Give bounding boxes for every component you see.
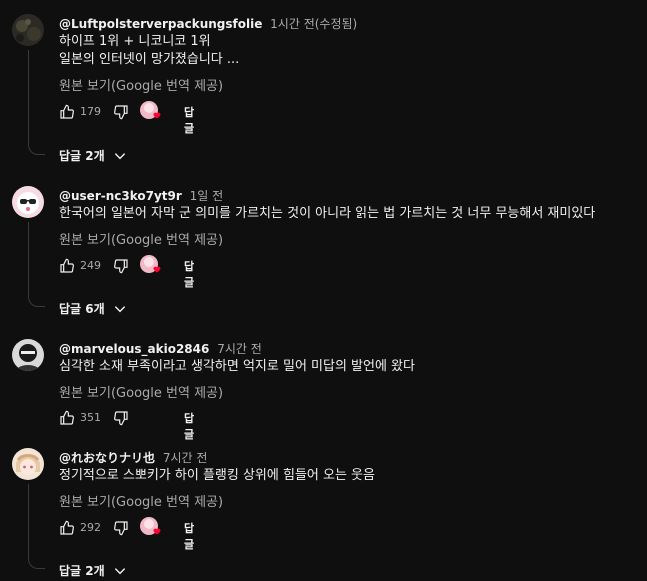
comment-time[interactable]: 1시간 전(수정됨)	[270, 17, 357, 31]
chevron-down-icon	[114, 152, 125, 159]
translate-link[interactable]: 원본 보기(Google 번역 제공)	[59, 229, 223, 248]
creator-heart-icon[interactable]	[138, 254, 162, 278]
reply-button[interactable]: 답글	[184, 410, 194, 442]
comment-header: @Luftpolsterverpackungsfolie 1시간 전(수정됨)	[59, 15, 357, 32]
comment-text-line: 하이프 1위 + 니코니코 1위	[59, 34, 211, 49]
thread-line	[28, 222, 29, 292]
chevron-down-icon	[114, 567, 125, 574]
thumbs-up-icon[interactable]	[57, 518, 77, 538]
like-count: 179	[80, 105, 101, 118]
show-replies-button[interactable]: 답글 2개	[59, 147, 127, 164]
comment-header: @marvelous_akio2846 7시간 전	[59, 340, 262, 357]
comment-header: @user-nc3ko7yt9r 1일 전	[59, 187, 223, 204]
thread-line	[28, 484, 29, 554]
translate-link[interactable]: 원본 보기(Google 번역 제공)	[59, 382, 223, 401]
thumbs-up-icon[interactable]	[57, 102, 77, 122]
comment-text-line: 정기적으로 스뽀키가 하이 플랭킹 상위에 힘들어 오는 웃음	[59, 468, 375, 483]
like-count: 292	[80, 521, 101, 534]
reply-button[interactable]: 답글	[184, 258, 194, 290]
comment-time[interactable]: 1일 전	[190, 189, 224, 203]
translate-link[interactable]: 원본 보기(Google 번역 제공)	[59, 491, 223, 510]
chevron-down-icon	[114, 305, 125, 312]
pink-sunglasses-avatar-icon[interactable]	[12, 186, 44, 218]
like-count: 249	[80, 259, 101, 272]
replies-count: 답글 2개	[59, 564, 105, 578]
thumbs-up-icon[interactable]	[57, 408, 77, 428]
like-count: 351	[80, 411, 101, 424]
thread-line	[28, 50, 29, 140]
thread-curve	[28, 554, 45, 569]
creator-heart-icon[interactable]	[138, 516, 162, 540]
grayscale-character-avatar-icon[interactable]	[12, 339, 44, 371]
comment-author[interactable]: @れおなりナリ也	[59, 451, 155, 465]
thumbs-down-icon[interactable]	[111, 102, 131, 122]
replies-count: 답글 6개	[59, 302, 105, 316]
replies-count: 답글 2개	[59, 149, 105, 163]
comment-text-line: 심각한 소재 부족이라고 생각하면 억지로 밀어 미답의 발언에 왔다	[59, 359, 415, 374]
reply-button[interactable]: 답글	[184, 520, 194, 552]
dark-textured-avatar-icon[interactable]	[12, 14, 44, 46]
creator-heart-icon[interactable]	[138, 100, 162, 124]
comment-time[interactable]: 7시간 전	[217, 342, 262, 356]
anime-girl-avatar-icon[interactable]	[12, 448, 44, 480]
comment-time[interactable]: 7시간 전	[163, 451, 208, 465]
comment-author[interactable]: @marvelous_akio2846	[59, 342, 209, 356]
thumbs-down-icon[interactable]	[111, 518, 131, 538]
show-replies-button[interactable]: 답글 6개	[59, 300, 127, 317]
translate-link[interactable]: 원본 보기(Google 번역 제공)	[59, 75, 223, 94]
comment-text-line: 일본의 인터넷이 망가졌습니다 ...	[59, 52, 240, 67]
comment-author[interactable]: @user-nc3ko7yt9r	[59, 189, 182, 203]
reply-button[interactable]: 답글	[184, 104, 194, 136]
thumbs-down-icon[interactable]	[111, 256, 131, 276]
comment-header: @れおなりナリ也 7시간 전	[59, 449, 207, 466]
comment-author[interactable]: @Luftpolsterverpackungsfolie	[59, 17, 262, 31]
show-replies-button[interactable]: 답글 2개	[59, 562, 127, 579]
thread-curve	[28, 140, 45, 155]
thumbs-up-icon[interactable]	[57, 256, 77, 276]
thumbs-down-icon[interactable]	[111, 408, 131, 428]
comment-text-line: 한국어의 일본어 자막 군 의미를 가르치는 것이 아니라 읽는 법 가르치는 …	[59, 206, 596, 221]
thread-curve	[28, 292, 45, 307]
